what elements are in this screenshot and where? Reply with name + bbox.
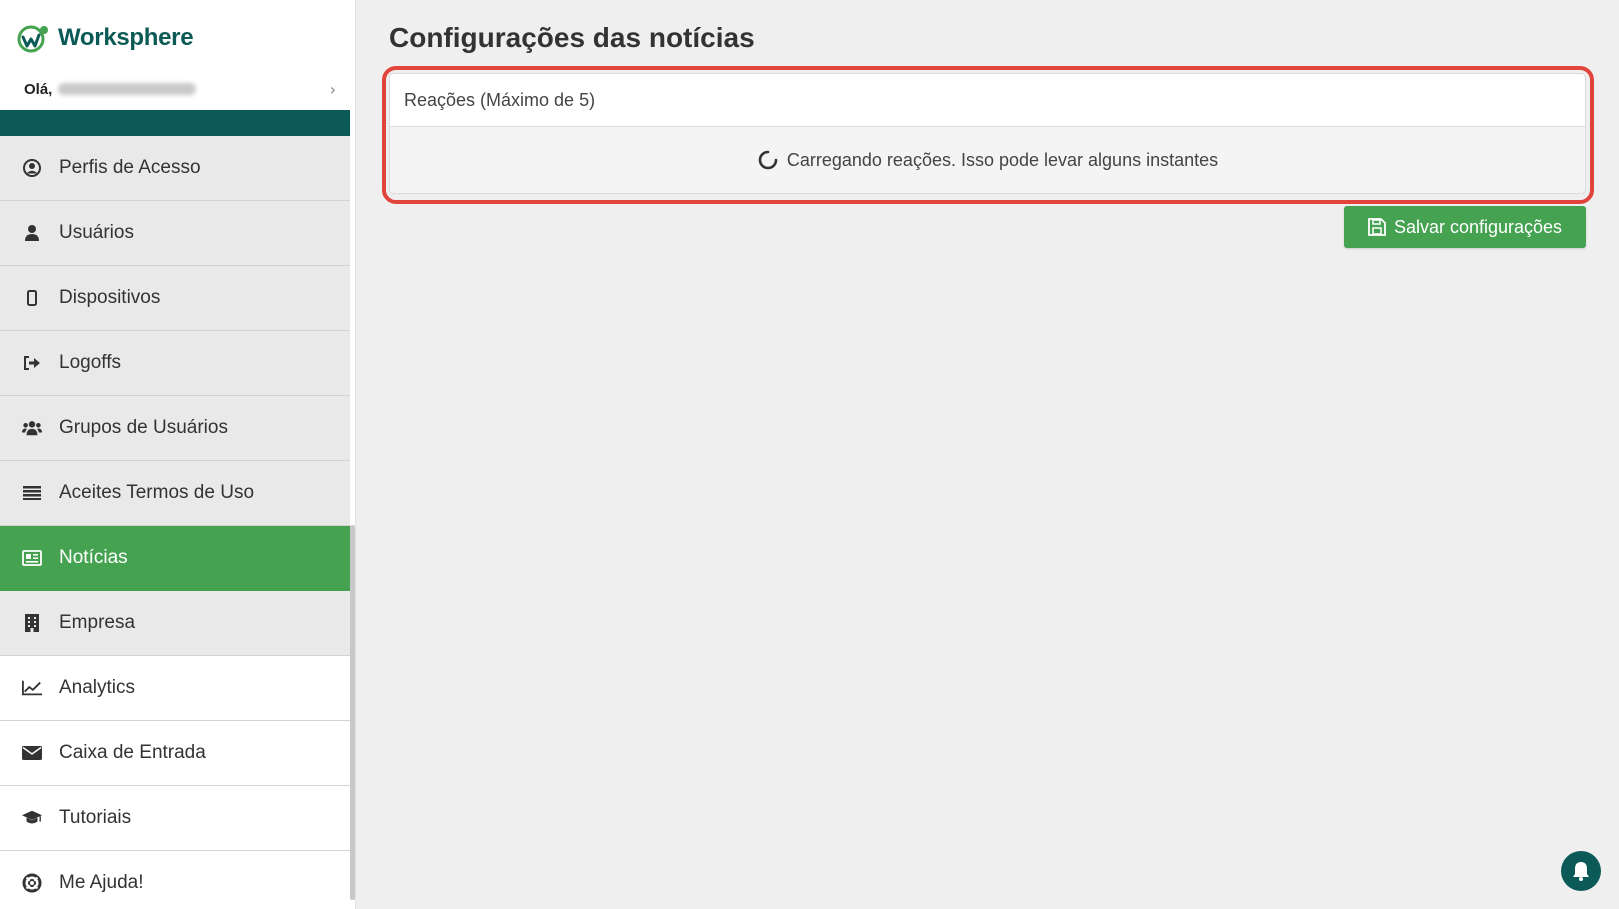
users-icon (22, 418, 42, 438)
sidebar-item-aceites-termos-de-uso[interactable]: Aceites Termos de Uso (0, 461, 350, 526)
sidebar-item-usuarios[interactable]: Usuários (0, 201, 350, 266)
worksphere-logo-icon (17, 25, 48, 53)
greeting-label: Olá, (24, 80, 53, 98)
user-name-blurred (58, 83, 197, 95)
sidebar-item-label: Usuários (59, 222, 134, 243)
reactions-card: Reações (Máximo de 5) Carregando reações… (389, 73, 1586, 194)
reactions-loading: Carregando reações. Isso pode levar algu… (390, 127, 1585, 193)
sidebar-item-logoffs[interactable]: Logoffs (0, 331, 350, 396)
sidebar-item-label: Tutoriais (59, 807, 132, 828)
sidebar-item-label: Notícias (59, 547, 128, 568)
mobile-icon (22, 288, 42, 308)
sidebar-item-caixa-de-entrada[interactable]: Caixa de Entrada (0, 721, 350, 786)
sidebar: Worksphere Olá, › Perfis de Acesso Usuár… (0, 0, 356, 909)
list-icon (22, 483, 42, 503)
user-greeting[interactable]: Olá, › (24, 76, 336, 102)
graduation-cap-icon (22, 808, 42, 828)
chevron-right-icon: › (329, 79, 336, 99)
user-icon (22, 223, 42, 243)
reactions-card-header: Reações (Máximo de 5) (390, 74, 1585, 127)
sidebar-item-dispositivos[interactable]: Dispositivos (0, 266, 350, 331)
sidebar-item-label: Caixa de Entrada (59, 742, 206, 763)
building-icon (22, 613, 42, 633)
sidebar-item-label: Logoffs (59, 352, 121, 373)
page-title: Configurações das notícias (389, 22, 755, 53)
sign-out-icon (22, 353, 42, 373)
line-chart-icon (22, 678, 42, 698)
sidebar-item-label: Aceites Termos de Uso (59, 482, 255, 503)
sidebar-item-perfis-de-acesso[interactable]: Perfis de Acesso (0, 136, 350, 201)
envelope-icon (22, 743, 42, 763)
sidebar-item-empresa[interactable]: Empresa (0, 591, 350, 656)
sidebar-header-bar (0, 110, 350, 136)
sidebar-item-label: Me Ajuda! (59, 872, 144, 893)
newspaper-icon (22, 548, 42, 568)
save-settings-button[interactable]: Salvar configurações (1344, 206, 1586, 248)
user-circle-icon (22, 158, 42, 178)
sidebar-item-label: Empresa (59, 612, 136, 633)
sidebar-item-noticias[interactable]: Notícias (0, 526, 350, 591)
sidebar-menu: Perfis de Acesso Usuários Dispositivos L… (0, 136, 350, 909)
notifications-button[interactable] (1561, 851, 1601, 891)
sidebar-item-label: Grupos de Usuários (59, 417, 228, 438)
brand-name: Worksphere (58, 24, 194, 51)
save-button-label: Salvar configurações (1393, 216, 1563, 237)
sidebar-item-label: Dispositivos (59, 287, 161, 308)
app-root: Worksphere Olá, › Perfis de Acesso Usuár… (0, 0, 1619, 909)
sidebar-item-grupos-de-usuarios[interactable]: Grupos de Usuários (0, 396, 350, 461)
loading-text: Carregando reações. Isso pode levar algu… (786, 149, 1219, 170)
sidebar-item-label: Perfis de Acesso (59, 157, 201, 178)
floppy-disk-icon (1368, 218, 1386, 236)
sidebar-scrollbar[interactable] (350, 525, 355, 900)
spinner-icon (758, 150, 778, 170)
life-ring-icon (22, 873, 42, 893)
sidebar-item-label: Analytics (59, 677, 136, 698)
brand[interactable]: Worksphere (16, 18, 194, 58)
sidebar-item-me-ajuda[interactable]: Me Ajuda! (0, 851, 350, 909)
sidebar-item-analytics[interactable]: Analytics (0, 656, 350, 721)
bell-icon (1573, 862, 1589, 881)
sidebar-item-tutoriais[interactable]: Tutoriais (0, 786, 350, 851)
